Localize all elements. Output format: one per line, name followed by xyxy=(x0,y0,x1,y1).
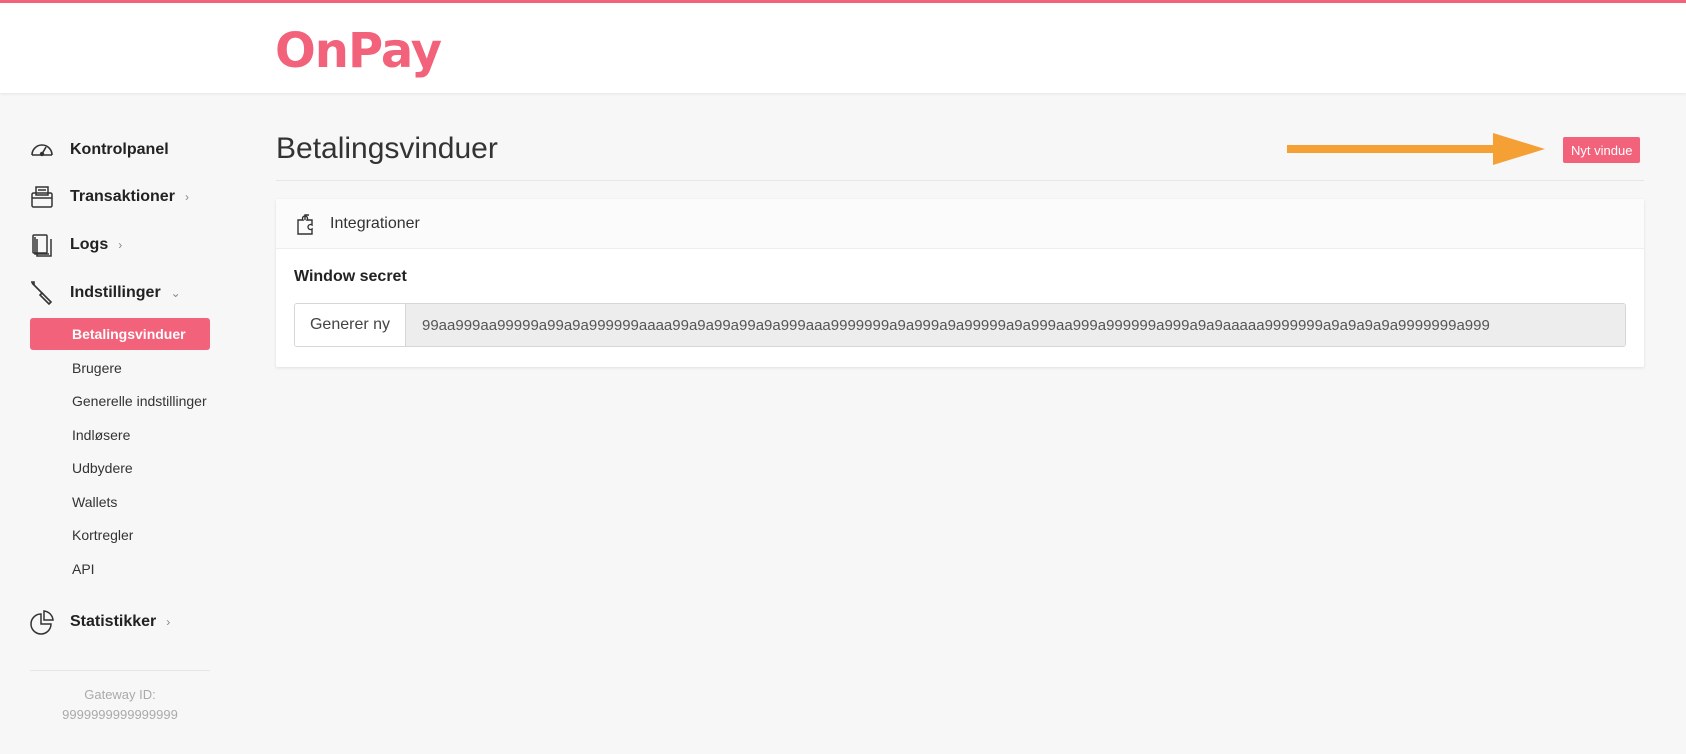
sidebar-item-label: Kontrolpanel xyxy=(70,141,169,158)
sidebar-subitem-indlosere[interactable]: Indløsere xyxy=(30,419,210,451)
sidebar-divider xyxy=(30,670,210,671)
panel-header: Integrationer xyxy=(276,199,1644,249)
gateway-info: Gateway ID: 9999999999999999 xyxy=(30,685,210,725)
sidebar-item-transaktioner[interactable]: Transaktioner › xyxy=(28,179,189,215)
sidebar-subitem-betalingsvinduer[interactable]: Betalingsvinduer xyxy=(30,318,210,350)
integration-panel: Integrationer Window secret Generer ny xyxy=(276,199,1644,367)
sidebar: Kontrolpanel Transaktioner › Logs › Inds… xyxy=(0,93,240,754)
sidebar-item-kontrolpanel[interactable]: Kontrolpanel xyxy=(28,132,169,168)
sidebar-item-label: Transaktioner xyxy=(70,188,175,205)
sidebar-item-label: Statistikker xyxy=(70,613,157,630)
annotation-arrow-icon xyxy=(1287,133,1545,165)
sidebar-subitem-api[interactable]: API xyxy=(30,553,210,585)
dashboard-gauge-icon xyxy=(28,136,56,164)
sidebar-subitem-udbydere[interactable]: Udbydere xyxy=(30,452,210,484)
chevron-down-icon: ⌄ xyxy=(170,286,181,300)
sidebar-item-label: Logs xyxy=(70,236,109,253)
gateway-id: 9999999999999999 xyxy=(62,707,178,722)
payment-terminal-icon xyxy=(28,183,56,211)
window-secret-label: Window secret xyxy=(294,268,407,285)
documents-icon xyxy=(28,231,56,259)
window-secret-field[interactable] xyxy=(406,304,1625,346)
sidebar-item-label: Indstillinger xyxy=(70,284,161,301)
page-title: Betalingsvinduer xyxy=(276,132,498,165)
title-divider xyxy=(276,180,1644,181)
sidebar-item-statistikker[interactable]: Statistikker › xyxy=(28,604,170,640)
sidebar-subitem-kortregler[interactable]: Kortregler xyxy=(30,519,210,551)
onpay-logo[interactable]: OnPay xyxy=(275,23,442,79)
puzzle-piece-icon xyxy=(294,211,320,237)
window-secret-group: Generer ny xyxy=(294,303,1626,347)
panel-title: Integrationer xyxy=(330,214,420,232)
screwdriver-icon xyxy=(28,279,56,307)
gateway-label: Gateway ID: xyxy=(84,687,156,702)
chevron-right-icon: › xyxy=(166,615,171,629)
sidebar-subitem-generelle-indstillinger[interactable]: Generelle indstillinger xyxy=(30,385,210,417)
generate-new-button[interactable]: Generer ny xyxy=(295,304,406,346)
top-header: OnPay xyxy=(0,0,1686,93)
sidebar-item-logs[interactable]: Logs › xyxy=(28,227,122,263)
chevron-right-icon: › xyxy=(118,238,123,252)
sidebar-subitem-wallets[interactable]: Wallets xyxy=(30,486,210,518)
pie-chart-icon xyxy=(28,608,56,636)
sidebar-item-indstillinger[interactable]: Indstillinger ⌄ xyxy=(28,275,181,311)
new-window-button[interactable]: Nyt vindue xyxy=(1563,137,1641,163)
chevron-right-icon: › xyxy=(184,190,189,204)
sidebar-subitem-brugere[interactable]: Brugere xyxy=(30,352,210,384)
